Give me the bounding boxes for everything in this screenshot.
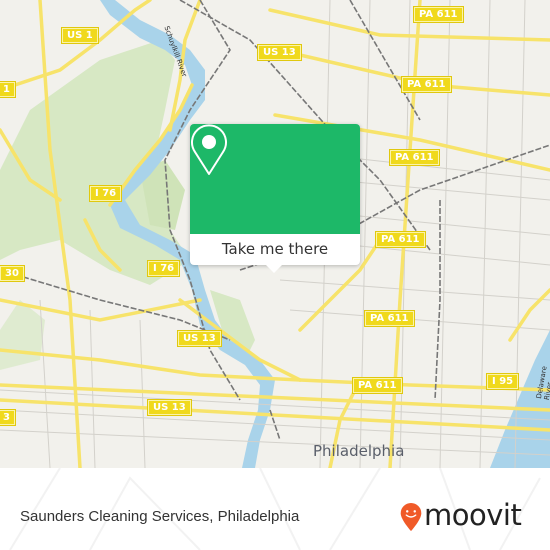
take-me-there-button[interactable]: Take me there <box>190 234 360 265</box>
popup-pointer <box>266 265 282 273</box>
park-west <box>0 300 45 370</box>
road-shield-1-edge: 1 <box>0 81 16 98</box>
road-shield-pa611-4: PA 611 <box>375 231 426 248</box>
road-shield-i95: I 95 <box>485 373 520 390</box>
destination-popup[interactable]: Take me there <box>190 124 360 265</box>
map-canvas[interactable]: Schuylkill River Delaware River US 1 US … <box>0 0 550 468</box>
popup-header[interactable] <box>190 124 360 234</box>
city-label-philadelphia: Philadelphia <box>313 442 405 460</box>
moovit-brand[interactable]: moovit <box>424 498 522 532</box>
road-shield-30: 30 <box>0 265 25 282</box>
road-shield-us13-north: US 13 <box>257 44 302 61</box>
place-title: Saunders Cleaning Services, Philadelphia <box>20 508 300 525</box>
moovit-logo-icon <box>400 502 422 532</box>
road-shield-pa611-2: PA 611 <box>401 76 452 93</box>
road-shield-pa611-6: PA 611 <box>352 377 403 394</box>
road-shield-us1: US 1 <box>61 27 99 44</box>
road-shield-pa611-3: PA 611 <box>389 149 440 166</box>
road-shield-pa611-1: PA 611 <box>413 6 464 23</box>
road-shield-us13-middle: US 13 <box>177 330 222 347</box>
map-pin-icon <box>191 124 227 175</box>
road-shield-3-edge: 3 <box>0 409 16 426</box>
road-shield-pa611-5: PA 611 <box>364 310 415 327</box>
road-shield-us13-south: US 13 <box>147 399 192 416</box>
road-shield-i76-north: I 76 <box>88 185 123 202</box>
road-shield-i76-south: I 76 <box>146 260 181 277</box>
